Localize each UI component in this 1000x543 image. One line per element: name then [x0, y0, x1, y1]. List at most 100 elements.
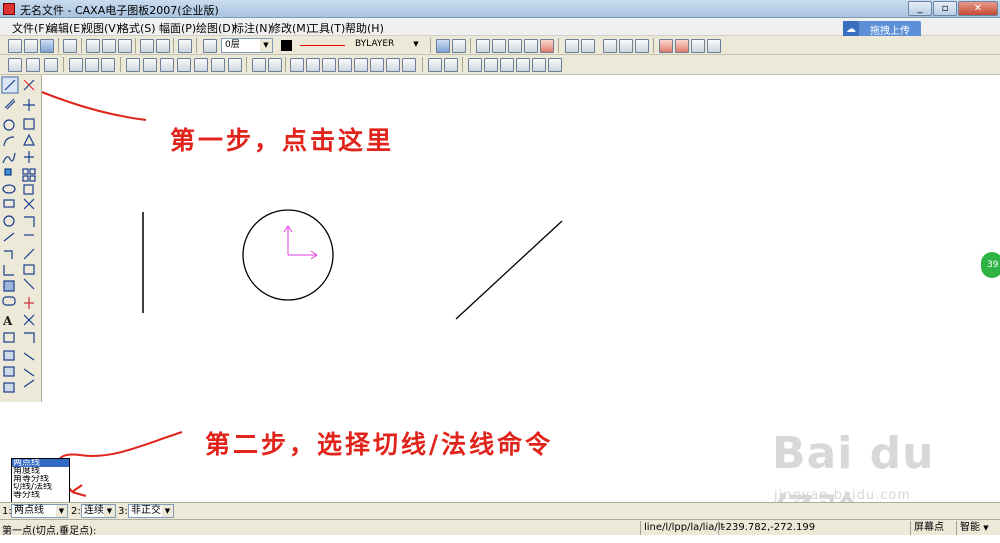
layer-select[interactable]: 0层 ▼ — [221, 38, 273, 53]
tool-icon[interactable] — [354, 58, 368, 72]
undo-icon[interactable] — [140, 39, 154, 53]
line-type-select-value: 两点线 — [14, 505, 44, 516]
dropdown-option[interactable]: 两点线 — [12, 459, 69, 467]
tool-icon[interactable] — [194, 58, 208, 72]
tool-icon[interactable] — [635, 39, 649, 53]
tool-icon[interactable] — [619, 39, 633, 53]
cut-icon[interactable] — [86, 39, 100, 53]
menu-edit[interactable]: 编辑(E) — [47, 20, 85, 36]
tool-icon[interactable] — [69, 58, 83, 72]
tool-icon[interactable] — [675, 39, 689, 53]
tool-icon[interactable] — [252, 58, 266, 72]
line-type-dropdown-list[interactable]: 两点线 角度线 角等分线 切线/法线 等分线 — [11, 458, 70, 503]
dropdown-option[interactable]: 角度线 — [12, 467, 69, 475]
menu-format[interactable]: 格式(S) — [118, 20, 156, 36]
linetype-select[interactable]: BYLAYER ▼ — [352, 38, 422, 53]
drawing-canvas[interactable]: 第一步，点击这里 第二步，选择切线/法线命令 Bai du 经验 jingyan… — [42, 75, 1000, 541]
snap-mode[interactable]: 屏幕点 — [910, 521, 956, 535]
tool-icon[interactable] — [428, 58, 442, 72]
watermark-url: jingyan.baidu.com — [774, 488, 911, 503]
chevron-down-icon: ▼ — [104, 505, 115, 517]
menu-draw[interactable]: 绘图(D) — [196, 20, 235, 36]
menu-help[interactable]: 帮助(H) — [345, 20, 384, 36]
tool-icon[interactable] — [370, 58, 384, 72]
open-file-icon[interactable] — [24, 39, 38, 53]
tool-icon[interactable] — [143, 58, 157, 72]
side-bubble[interactable]: 39 — [981, 252, 1000, 278]
tool-icon[interactable] — [386, 58, 400, 72]
tool-icon[interactable] — [707, 39, 721, 53]
color-swatch[interactable] — [281, 40, 292, 51]
menu-sheet[interactable]: 幅面(P) — [159, 20, 196, 36]
tool-icon[interactable] — [26, 58, 40, 72]
tool-icon[interactable] — [444, 58, 458, 72]
tool-icon[interactable] — [290, 58, 304, 72]
continuity-select[interactable]: 连续 ▼ — [81, 504, 116, 518]
title-bar: 无名文件 - CAXA电子图板2007(企业版) _ ▫ ✕ — [0, 0, 1000, 18]
chevron-down-icon: ▼ — [162, 505, 173, 517]
tool-icon[interactable] — [516, 58, 530, 72]
tool-icon[interactable] — [160, 58, 174, 72]
tool-icon[interactable] — [484, 58, 498, 72]
tool-icon[interactable] — [436, 39, 450, 53]
restore-button[interactable]: ▫ — [933, 1, 957, 16]
copy-icon[interactable] — [102, 39, 116, 53]
command-options-bar: 1: 两点线 ▼ 2: 连续 ▼ 3: 非正交 ▼ — [0, 502, 1000, 519]
menu-modify[interactable]: 修改(M) — [270, 20, 310, 36]
tool-icon[interactable] — [268, 58, 282, 72]
tool-icon[interactable] — [532, 58, 546, 72]
tool-icon[interactable] — [581, 39, 595, 53]
tool-icon[interactable] — [691, 39, 705, 53]
field3-label: 3: — [118, 506, 128, 517]
tool-icon[interactable] — [500, 58, 514, 72]
tool-icon[interactable] — [659, 39, 673, 53]
tool-icon[interactable] — [177, 58, 191, 72]
menu-dimension[interactable]: 标注(N) — [233, 20, 272, 36]
help-icon[interactable] — [178, 39, 192, 53]
tool-icon[interactable] — [492, 39, 506, 53]
tool-icon[interactable] — [101, 58, 115, 72]
tool-icon[interactable] — [228, 58, 242, 72]
menu-file[interactable]: 文件(F) — [12, 20, 49, 36]
menu-view[interactable]: 视图(V) — [82, 20, 120, 36]
tool-icon[interactable] — [603, 39, 617, 53]
new-file-icon[interactable] — [8, 39, 22, 53]
tool-icon[interactable] — [476, 39, 490, 53]
draw-toolbar: A — [0, 75, 42, 402]
ortho-select[interactable]: 非正交 ▼ — [128, 504, 174, 518]
print-icon[interactable] — [63, 39, 77, 53]
tool-icon[interactable] — [85, 58, 99, 72]
save-icon[interactable] — [40, 39, 54, 53]
diagonal-line[interactable] — [455, 220, 563, 320]
tool-icon[interactable] — [402, 58, 416, 72]
dropdown-option[interactable]: 等分线 — [12, 491, 69, 499]
line-type-select[interactable]: 两点线 ▼ — [11, 504, 68, 518]
minimize-button[interactable]: _ — [908, 1, 932, 16]
tool-icon[interactable] — [452, 39, 466, 53]
tool-icon[interactable] — [211, 58, 225, 72]
dropdown-option[interactable]: 角等分线 — [12, 475, 69, 483]
layer-select-value: 0层 — [225, 40, 240, 50]
dropdown-option[interactable]: 切线/法线 — [12, 483, 69, 491]
status-bar: 第一点(切点,垂足点): line/l/lpp/la/lia/lt -239.7… — [0, 519, 1000, 537]
layer-icon[interactable] — [203, 39, 217, 53]
redo-icon[interactable] — [156, 39, 170, 53]
tool-icon[interactable] — [306, 58, 320, 72]
tool-icon[interactable] — [548, 58, 562, 72]
tool-icon[interactable] — [565, 39, 579, 53]
tool-icon[interactable] — [322, 58, 336, 72]
tool-icon[interactable] — [126, 58, 140, 72]
tool-icon[interactable] — [44, 58, 58, 72]
menu-tools[interactable]: 工具(T) — [308, 20, 345, 36]
close-button[interactable]: ✕ — [958, 1, 998, 16]
tool-icon[interactable] — [540, 39, 554, 53]
tool-icon[interactable] — [8, 58, 22, 72]
tool-icon[interactable] — [508, 39, 522, 53]
tool-icon[interactable] — [468, 58, 482, 72]
tool-icon[interactable] — [338, 58, 352, 72]
svg-text:A: A — [2, 314, 13, 328]
tool-icon[interactable] — [524, 39, 538, 53]
smart-snap-select[interactable]: 智能 ▼ — [956, 521, 1000, 535]
paste-icon[interactable] — [118, 39, 132, 53]
continuity-select-value: 连续 — [84, 505, 104, 516]
